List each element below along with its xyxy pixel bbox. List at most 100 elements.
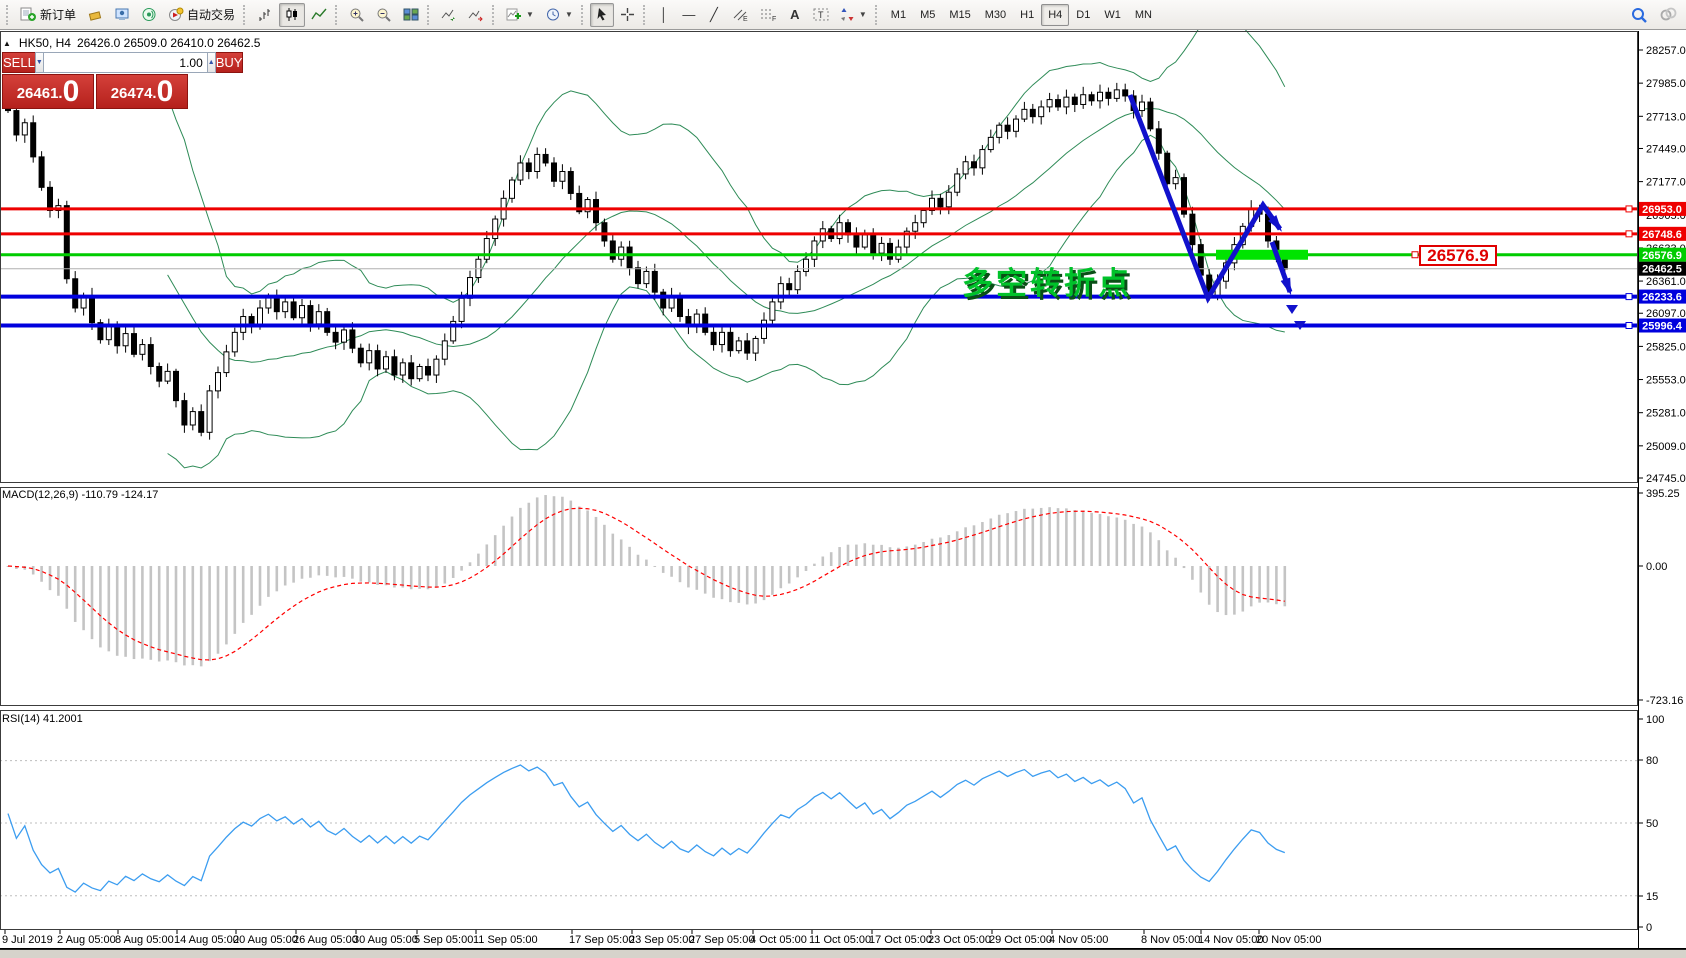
toolbar-grip [875,5,879,25]
toolbar-grip [643,5,647,25]
one-click-trading-panel: SELL ▼ ▲ BUY 26461.0 26474.0 [2,52,188,109]
channel-button[interactable]: E [727,3,754,27]
line-endpoint-marker [1626,231,1632,237]
volume-decrease-button[interactable]: ▼ [35,52,44,73]
toolbar-grip [492,5,496,25]
symbol-search-button[interactable] [1654,3,1682,27]
clock-icon [545,7,561,22]
svg-text:25996.4: 25996.4 [1642,320,1683,332]
triangle-up-icon: ▲ [208,59,215,66]
toolbar-grip [243,5,247,25]
search-icon [1631,7,1648,23]
fibonacci-button[interactable]: F [755,3,782,27]
text-label-button[interactable]: T [808,3,834,27]
gold-button[interactable] [82,3,108,27]
timeframe-M1[interactable]: M1 [884,4,913,26]
candlestick-icon [284,7,300,22]
turning-point-annotation: 多空转折点 [962,258,1132,303]
svg-text:30 Aug 05:00: 30 Aug 05:00 [353,934,418,946]
svg-text:4 Oct 05:00: 4 Oct 05:00 [750,934,807,946]
svg-text:E: E [743,16,748,22]
vertical-line-icon: │ [660,7,668,22]
timeframe-H4[interactable]: H4 [1041,4,1069,26]
chevron-down-icon: ▼ [565,10,573,19]
timeframe-M5[interactable]: M5 [913,4,942,26]
svg-text:T: T [818,10,824,20]
volume-input[interactable] [44,52,207,73]
callout-connector-marker [1412,252,1418,258]
auto-scroll-button[interactable] [436,3,462,27]
chart-canvas[interactable]: 28257.027985.027713.027449.027177.026905… [0,0,1686,958]
horizontal-level-lines [0,209,1638,326]
line-endpoint-marker [1626,294,1632,300]
symbol-name: HK50, H4 [19,36,71,50]
line-chart-button[interactable] [306,3,332,27]
date-axis: 9 Jul 20192 Aug 05:008 Aug 05:0014 Aug 0… [2,930,1321,946]
sell-price-button[interactable]: 26461.0 [2,74,94,109]
svg-text:27449.0: 27449.0 [1646,143,1686,155]
bottom-scroll-strip[interactable] [0,949,1686,958]
arrows-button[interactable]: ▼ [835,3,872,27]
svg-text:20 Nov 05:00: 20 Nov 05:00 [1256,934,1321,946]
search-button[interactable] [1626,3,1653,27]
timeframe-M30[interactable]: M30 [978,4,1013,26]
vertical-line-button[interactable]: │ [652,3,676,27]
horizontal-line-button[interactable]: — [677,3,701,27]
signals-button[interactable] [136,3,162,27]
timeframe-M15[interactable]: M15 [942,4,977,26]
svg-text:17 Sep 05:00: 17 Sep 05:00 [569,934,634,946]
line-endpoint-marker [1626,206,1632,212]
macd-signal-line [8,508,1285,660]
chart-svg: 28257.027985.027713.027449.027177.026905… [0,0,1686,958]
terminal-button[interactable] [109,3,135,27]
timeframe-H1[interactable]: H1 [1013,4,1041,26]
svg-text:395.25: 395.25 [1646,488,1680,500]
macd-histogram [7,495,1286,666]
text-icon: A [790,7,799,22]
periods-button[interactable]: ▼ [540,3,578,27]
zoom-in-button[interactable] [344,3,370,27]
symbol-header: ▲ HK50, H4 26426.0 26509.0 26410.0 26462… [3,36,260,50]
svg-text:9 Jul 2019: 9 Jul 2019 [2,934,53,946]
chart-shift-button[interactable] [463,3,489,27]
svg-text:23 Sep 05:00: 23 Sep 05:00 [629,934,694,946]
indicators-button[interactable]: ▼ [501,3,539,27]
sell-button[interactable]: SELL [2,52,35,73]
bar-chart-button[interactable] [252,3,278,27]
svg-text:26097.0: 26097.0 [1646,308,1686,320]
zoom-out-button[interactable] [371,3,397,27]
candlestick-button[interactable] [279,3,305,27]
svg-text:8 Aug 05:00: 8 Aug 05:00 [115,934,174,946]
buy-price-main: 26474 [111,81,153,107]
tile-windows-button[interactable] [398,3,424,27]
macd-indicator-label: MACD(12,26,9) -110.79 -124.17 [2,489,158,501]
cursor-icon [595,7,609,22]
triangle-down-icon: ▼ [36,59,43,66]
svg-text:0.00: 0.00 [1646,561,1667,573]
trendline-button[interactable]: ╱ [702,3,726,27]
svg-text:26 Aug 05:00: 26 Aug 05:00 [293,934,358,946]
chart-shift-icon [468,7,484,22]
new-order-icon [20,7,37,22]
rsi-level-lines [0,761,1638,896]
svg-text:14 Nov 05:00: 14 Nov 05:00 [1198,934,1263,946]
timeframe-W1[interactable]: W1 [1097,4,1128,26]
collapse-one-click-icon[interactable]: ▲ [3,39,11,48]
svg-text:28257.0: 28257.0 [1646,45,1686,57]
crosshair-button[interactable] [615,3,640,27]
new-order-button[interactable]: 新订单 [15,3,81,27]
svg-text:26576.9: 26576.9 [1642,250,1682,262]
text-button[interactable]: A [783,3,807,27]
timeframe-D1[interactable]: D1 [1069,4,1097,26]
svg-text:25553.0: 25553.0 [1646,375,1686,387]
buy-button[interactable]: BUY [216,52,244,73]
volume-increase-button[interactable]: ▲ [207,52,216,73]
cursor-button[interactable] [590,3,614,27]
autotrading-button[interactable]: 自动交易 [163,3,240,27]
svg-text:25009.0: 25009.0 [1646,441,1686,453]
svg-text:15: 15 [1646,891,1658,903]
timeframe-MN[interactable]: MN [1128,4,1159,26]
toolbar-grip [6,5,10,25]
buy-price-button[interactable]: 26474.0 [96,74,188,109]
svg-text:2 Aug 05:00: 2 Aug 05:00 [57,934,116,946]
